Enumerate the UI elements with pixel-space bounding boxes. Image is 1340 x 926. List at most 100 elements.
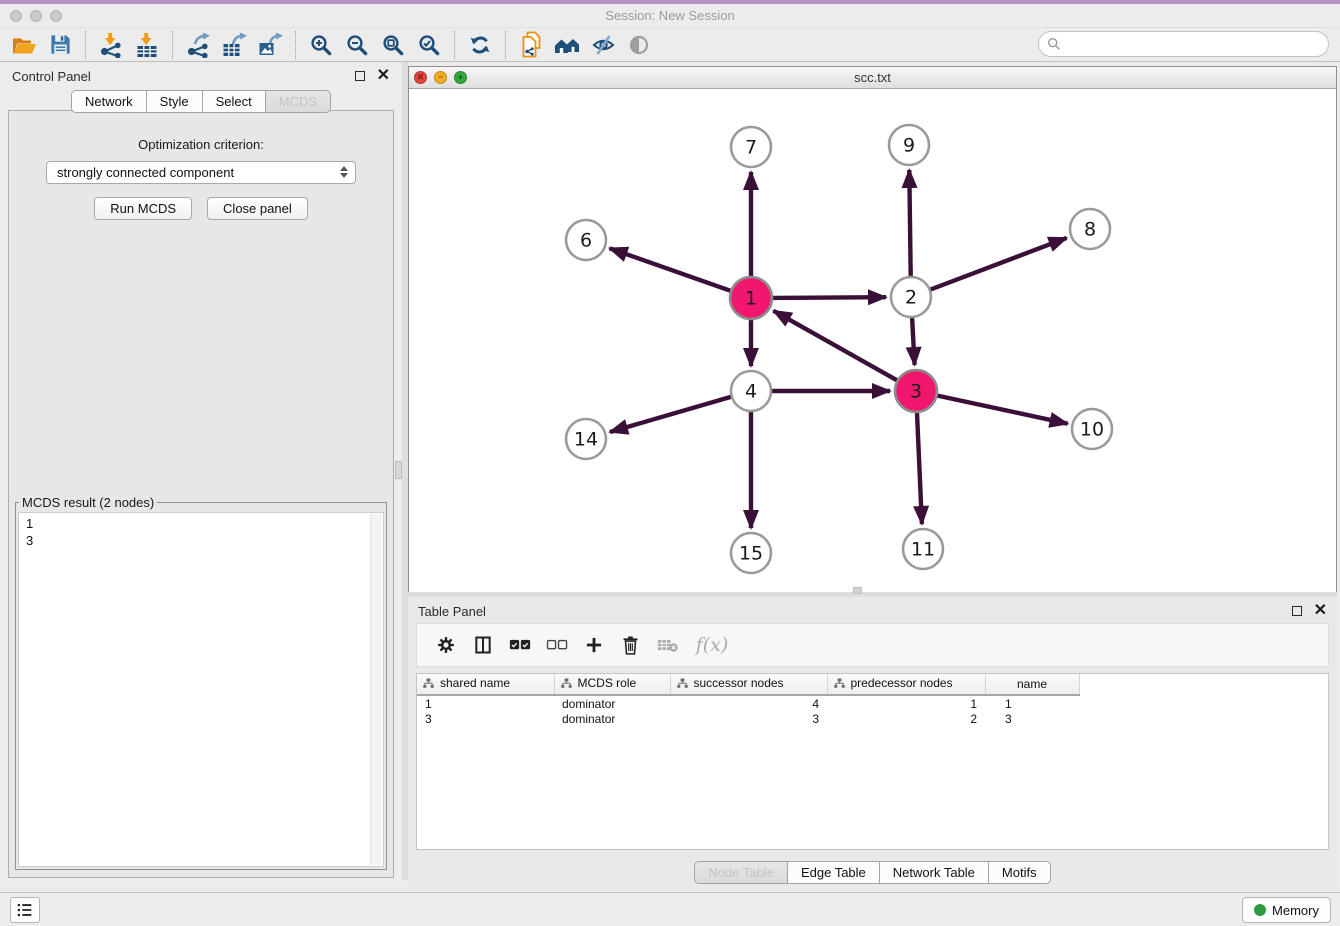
float-panel-icon[interactable]: [355, 71, 365, 81]
graph-edge-4-14[interactable]: [610, 397, 731, 432]
app-title: Session: New Session: [0, 8, 1340, 23]
eye-slash-icon: [591, 33, 616, 57]
network-minimize-button[interactable]: −: [434, 71, 447, 84]
zoom-out-button[interactable]: [339, 30, 375, 60]
network-maximize-button[interactable]: +: [454, 71, 467, 84]
apply-layout-button[interactable]: [462, 30, 498, 60]
network-graph-canvas[interactable]: 7968124314101511: [409, 89, 1336, 592]
table-tab-motifs[interactable]: Motifs: [989, 861, 1051, 884]
graph-edge-3-1[interactable]: [774, 311, 897, 380]
graph-edge-1-2[interactable]: [773, 297, 886, 298]
tab-network[interactable]: Network: [71, 90, 147, 113]
vertical-splitter-grip[interactable]: [395, 461, 402, 479]
close-table-panel-icon[interactable]: ✕: [1314, 606, 1327, 616]
graph-edge-3-11[interactable]: [917, 413, 922, 524]
graph-edge-1-6[interactable]: [610, 248, 731, 290]
horizontal-splitter-grip[interactable]: [853, 587, 862, 594]
graph-edge-2-9[interactable]: [909, 170, 910, 276]
task-history-button[interactable]: [10, 897, 40, 923]
network-window-titlebar[interactable]: ✕ − + scc.txt: [409, 67, 1336, 89]
delete-rows-button[interactable]: [614, 629, 647, 661]
import-table-button[interactable]: [129, 30, 165, 60]
close-panel-icon[interactable]: ✕: [377, 71, 390, 81]
export-image-button[interactable]: [252, 30, 288, 60]
network-close-button[interactable]: ✕: [414, 71, 427, 84]
table-cell-filler: [1079, 711, 1095, 727]
column-header-predecessor-nodes[interactable]: predecessor nodes: [827, 674, 985, 695]
clone-network-button[interactable]: [513, 30, 549, 60]
houses-icon: [554, 33, 581, 57]
table-cell[interactable]: 3: [670, 711, 827, 727]
refresh-icon: [468, 33, 492, 57]
toolbar-separator: [172, 31, 173, 59]
graph-edge-2-8[interactable]: [931, 238, 1067, 290]
table-cell[interactable]: 2: [827, 711, 985, 727]
result-scrollbar[interactable]: [370, 514, 382, 865]
eye-disabled-icon: [627, 33, 651, 57]
criterion-value: strongly connected component: [57, 165, 234, 180]
export-table-button[interactable]: [216, 30, 252, 60]
table-cell[interactable]: 3: [985, 711, 1079, 727]
graph-node-label: 6: [580, 230, 592, 252]
zoom-selected-button[interactable]: [411, 30, 447, 60]
select-chevrons-icon: [340, 166, 348, 178]
criterion-select[interactable]: strongly connected component: [46, 161, 356, 184]
graph-edge-3-10[interactable]: [938, 396, 1068, 424]
save-session-button[interactable]: [42, 30, 78, 60]
table-body: 1dominator4113dominator323: [417, 695, 1095, 727]
tab-mcds[interactable]: MCDS: [266, 90, 331, 113]
function-builder-button[interactable]: f(x): [688, 629, 736, 661]
tab-style[interactable]: Style: [147, 90, 203, 113]
control-panel-tabs: NetworkStyleSelectMCDS: [0, 90, 402, 113]
select-all-rows-button[interactable]: [503, 629, 536, 661]
add-row-button[interactable]: [577, 629, 610, 661]
run-mcds-button[interactable]: Run MCDS: [94, 197, 192, 220]
table-cell-filler: [1079, 695, 1095, 711]
mcds-result-box: MCDS result (2 nodes) 1 3: [15, 495, 387, 870]
trash-icon: [621, 635, 640, 655]
show-all-button[interactable]: [621, 30, 657, 60]
toggle-column-display-button[interactable]: [466, 629, 499, 661]
table-cell[interactable]: 1: [827, 695, 985, 711]
unselect-all-rows-button[interactable]: [540, 629, 573, 661]
table-cell[interactable]: 4: [670, 695, 827, 711]
open-session-button[interactable]: [6, 30, 42, 60]
clone-network-icon: [519, 31, 544, 58]
table-tab-node-table[interactable]: Node Table: [694, 861, 788, 884]
table-cell[interactable]: 1: [417, 695, 554, 711]
zoom-in-button[interactable]: [303, 30, 339, 60]
table-tab-edge-table[interactable]: Edge Table: [788, 861, 880, 884]
table-cell[interactable]: 1: [985, 695, 1079, 711]
float-table-panel-icon[interactable]: [1292, 606, 1302, 616]
column-header-MCDS-role[interactable]: MCDS role: [554, 674, 670, 695]
column-header-successor-nodes[interactable]: successor nodes: [670, 674, 827, 695]
table-cell[interactable]: dominator: [554, 711, 670, 727]
table-row[interactable]: 3dominator323: [417, 711, 1095, 727]
table-tab-network-table[interactable]: Network Table: [880, 861, 989, 884]
zoom-out-icon: [345, 33, 369, 57]
global-search-field[interactable]: [1038, 31, 1329, 57]
column-header-shared-name[interactable]: shared name: [417, 674, 554, 695]
column-label: successor nodes: [694, 676, 784, 690]
search-input[interactable]: [1061, 34, 1328, 54]
table-panel: Table Panel ✕: [408, 597, 1337, 890]
delete-table-button[interactable]: [651, 629, 684, 661]
export-table-icon: [221, 32, 247, 58]
first-neighbors-button[interactable]: [549, 30, 585, 60]
column-header-name[interactable]: name: [985, 674, 1079, 695]
memory-button[interactable]: Memory: [1242, 897, 1331, 923]
graph-node-label: 15: [739, 543, 763, 565]
graph-node-label: 7: [745, 137, 757, 159]
export-network-button[interactable]: [180, 30, 216, 60]
table-row[interactable]: 1dominator411: [417, 695, 1095, 711]
graph-edge-2-3[interactable]: [912, 318, 915, 365]
import-network-button[interactable]: [93, 30, 129, 60]
column-label: name: [1017, 677, 1047, 691]
hide-selected-button[interactable]: [585, 30, 621, 60]
zoom-fit-button[interactable]: [375, 30, 411, 60]
close-panel-button[interactable]: Close panel: [207, 197, 308, 220]
table-cell[interactable]: 3: [417, 711, 554, 727]
column-settings-button[interactable]: [429, 629, 462, 661]
table-cell[interactable]: dominator: [554, 695, 670, 711]
tab-select[interactable]: Select: [203, 90, 266, 113]
